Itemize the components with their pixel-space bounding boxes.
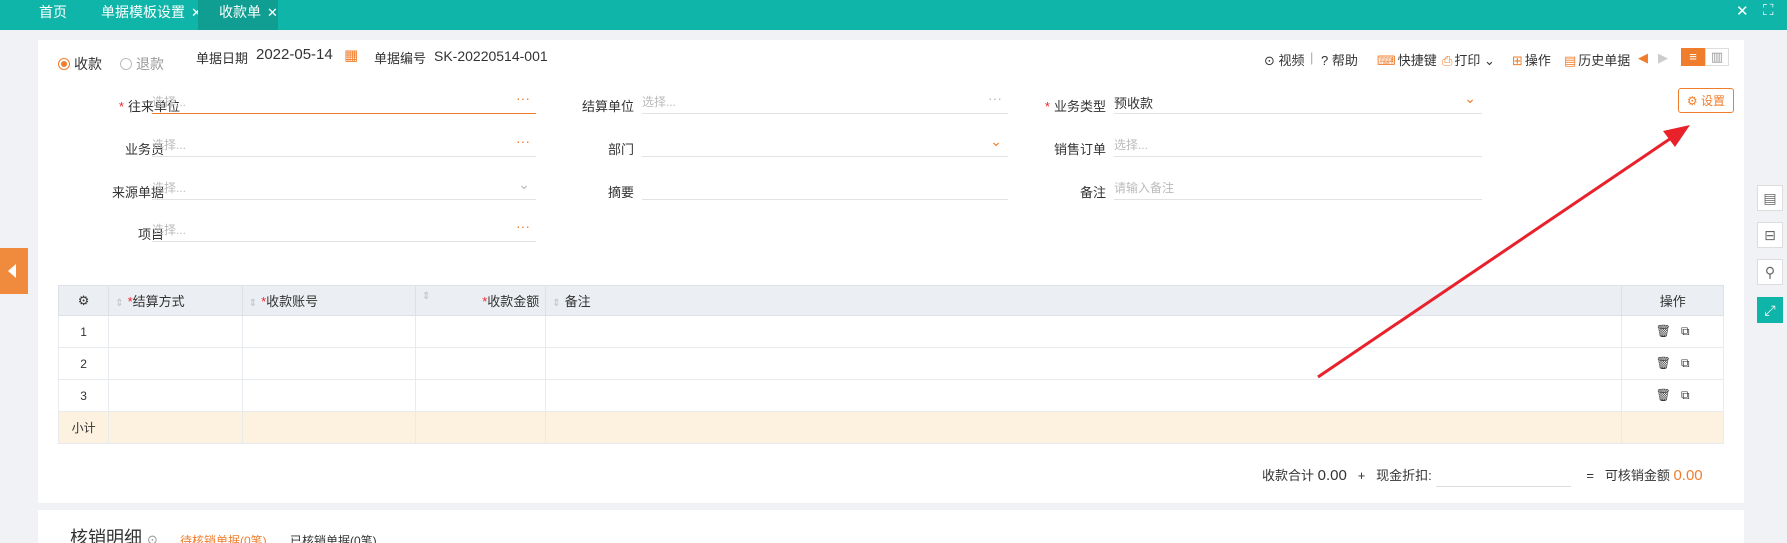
annotation-arrow xyxy=(1317,125,1690,379)
arrow-head xyxy=(1663,125,1690,147)
arrow-shaft xyxy=(1317,126,1687,379)
